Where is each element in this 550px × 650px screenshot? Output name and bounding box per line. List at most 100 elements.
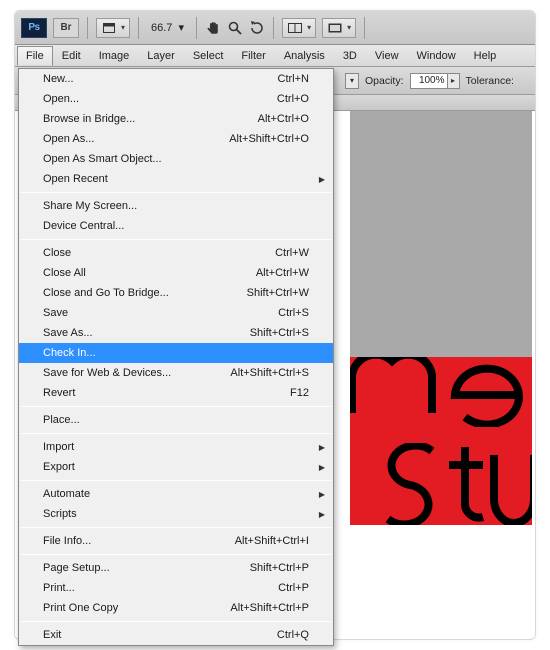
- separator: [273, 17, 274, 39]
- opacity-field[interactable]: 100%: [410, 73, 448, 89]
- menu-analysis[interactable]: Analysis: [275, 46, 334, 66]
- hand-tool-icon[interactable]: [205, 20, 221, 36]
- menu-separator: [21, 433, 331, 434]
- menu-item-save-as[interactable]: Save As...Shift+Ctrl+S: [19, 323, 333, 343]
- menu-item-open[interactable]: Open... Ctrl+O: [19, 89, 333, 109]
- menu-file[interactable]: File: [17, 46, 53, 66]
- menu-separator: [21, 406, 331, 407]
- menu-item-label: Close All: [43, 267, 86, 279]
- menu-image[interactable]: Image: [90, 46, 139, 66]
- menu-item-share-my-screen[interactable]: Share My Screen...: [19, 196, 333, 216]
- menu-select[interactable]: Select: [184, 46, 233, 66]
- menu-item-open-recent[interactable]: Open Recent: [19, 169, 333, 189]
- zoom-tool-icon[interactable]: [227, 20, 243, 36]
- menu-item-label: Device Central...: [43, 220, 124, 232]
- menu-item-label: Print One Copy: [43, 602, 118, 614]
- glyph-s: [382, 443, 438, 525]
- menu-item-page-setup[interactable]: Page Setup...Shift+Ctrl+P: [19, 558, 333, 578]
- menu-item-shortcut: F12: [290, 387, 309, 399]
- photoshop-icon[interactable]: Ps: [21, 18, 47, 38]
- opacity-flyout-icon[interactable]: ▸: [448, 73, 460, 89]
- menu-item-print-one-copy[interactable]: Print One CopyAlt+Shift+Ctrl+P: [19, 598, 333, 618]
- menu-item-label: Export: [43, 461, 75, 473]
- menu-item-label: Page Setup...: [43, 562, 110, 574]
- menu-item-label: Open As Smart Object...: [43, 153, 162, 165]
- menu-item-browse-in-bridge[interactable]: Browse in Bridge... Alt+Ctrl+O: [19, 109, 333, 129]
- layout-picker[interactable]: [96, 18, 130, 38]
- menu-window[interactable]: Window: [408, 46, 465, 66]
- menu-item-import[interactable]: Import: [19, 437, 333, 457]
- glyph-t: [443, 443, 487, 523]
- menu-item-shortcut: Alt+Ctrl+O: [258, 113, 309, 125]
- glyph-u: [488, 449, 532, 525]
- canvas-gray-region: [350, 111, 532, 357]
- arrange-documents[interactable]: [282, 18, 316, 38]
- glyph-m: [350, 357, 440, 417]
- zoom-value[interactable]: 66.7 ▾: [147, 21, 188, 34]
- menu-item-save-for-web-devices[interactable]: Save for Web & Devices... Alt+Shift+Ctrl+…: [19, 363, 333, 383]
- menu-item-label: Revert: [43, 387, 75, 399]
- menu-item-label: Scripts: [43, 508, 77, 520]
- menu-item-shortcut: Alt+Shift+Ctrl+S: [230, 367, 309, 379]
- menu-item-shortcut: Ctrl+O: [277, 93, 309, 105]
- menu-edit[interactable]: Edit: [53, 46, 90, 66]
- menu-item-shortcut: Ctrl+Q: [277, 629, 309, 641]
- menu-item-label: Print...: [43, 582, 75, 594]
- separator: [87, 17, 88, 39]
- menu-item-shortcut: Alt+Shift+Ctrl+O: [229, 133, 309, 145]
- glyph-e: [447, 357, 527, 427]
- menu-item-shortcut: Ctrl+P: [278, 582, 309, 594]
- menu-item-label: Save for Web & Devices...: [43, 367, 171, 379]
- file-menu-dropdown: New...Ctrl+N Open... Ctrl+O Browse in Bridg…: [18, 68, 334, 646]
- menu-item-label: Close: [43, 247, 71, 259]
- screen-mode[interactable]: [322, 18, 356, 38]
- menu-3d[interactable]: 3D: [334, 46, 366, 66]
- menu-item-close-all[interactable]: Close All Alt+Ctrl+W: [19, 263, 333, 283]
- menu-item-label: Share My Screen...: [43, 200, 137, 212]
- menu-item-shortcut: Ctrl+W: [275, 247, 309, 259]
- menu-item-check-in[interactable]: Check In...: [19, 343, 333, 363]
- menu-separator: [21, 192, 331, 193]
- menu-view[interactable]: View: [366, 46, 408, 66]
- menu-item-open-as[interactable]: Open As...Alt+Shift+Ctrl+O: [19, 129, 333, 149]
- menu-item-label: Automate: [43, 488, 90, 500]
- menu-item-close[interactable]: Close Ctrl+W: [19, 243, 333, 263]
- menu-help[interactable]: Help: [465, 46, 506, 66]
- menu-item-place[interactable]: Place...: [19, 410, 333, 430]
- bridge-icon[interactable]: Br: [53, 18, 79, 38]
- menu-item-label: Exit: [43, 629, 61, 641]
- menu-item-scripts[interactable]: Scripts: [19, 504, 333, 524]
- menu-item-shortcut: Shift+Ctrl+S: [250, 327, 309, 339]
- menu-separator: [21, 621, 331, 622]
- menu-item-file-info[interactable]: File Info...Alt+Shift+Ctrl+I: [19, 531, 333, 551]
- menu-item-revert[interactable]: Revert F12: [19, 383, 333, 403]
- menu-item-shortcut: Ctrl+S: [278, 307, 309, 319]
- separator: [138, 17, 139, 39]
- menu-item-automate[interactable]: Automate: [19, 484, 333, 504]
- menu-separator: [21, 239, 331, 240]
- menu-item-label: Open...: [43, 93, 79, 105]
- menu-item-label: Open Recent: [43, 173, 108, 185]
- menu-item-label: Place...: [43, 414, 80, 426]
- dropdown-arrow-icon[interactable]: ▾: [345, 73, 359, 89]
- screen-mode-icon: [327, 20, 343, 36]
- tolerance-label: Tolerance:: [466, 75, 514, 87]
- menu-item-new[interactable]: New...Ctrl+N: [19, 69, 333, 89]
- menu-item-open-as-smart-object[interactable]: Open As Smart Object...: [19, 149, 333, 169]
- menu-item-export[interactable]: Export: [19, 457, 333, 477]
- opacity-label: Opacity:: [365, 75, 404, 87]
- menu-item-close-and-go-to-bridge[interactable]: Close and Go To Bridge...Shift+Ctrl+W: [19, 283, 333, 303]
- menu-layer[interactable]: Layer: [138, 46, 184, 66]
- arrange-icon: [287, 20, 303, 36]
- menu-item-shortcut: Shift+Ctrl+W: [247, 287, 309, 299]
- menu-item-label: Browse in Bridge...: [43, 113, 135, 125]
- menu-item-exit[interactable]: Exit Ctrl+Q: [19, 625, 333, 645]
- menu-filter[interactable]: Filter: [232, 46, 274, 66]
- menu-item-save[interactable]: SaveCtrl+S: [19, 303, 333, 323]
- menu-item-shortcut: Alt+Shift+Ctrl+I: [235, 535, 309, 547]
- rotate-view-icon[interactable]: [249, 20, 265, 36]
- menu-item-shortcut: Alt+Ctrl+W: [256, 267, 309, 279]
- menu-item-device-central[interactable]: Device Central...: [19, 216, 333, 236]
- menu-item-print[interactable]: Print... Ctrl+P: [19, 578, 333, 598]
- menu-separator: [21, 527, 331, 528]
